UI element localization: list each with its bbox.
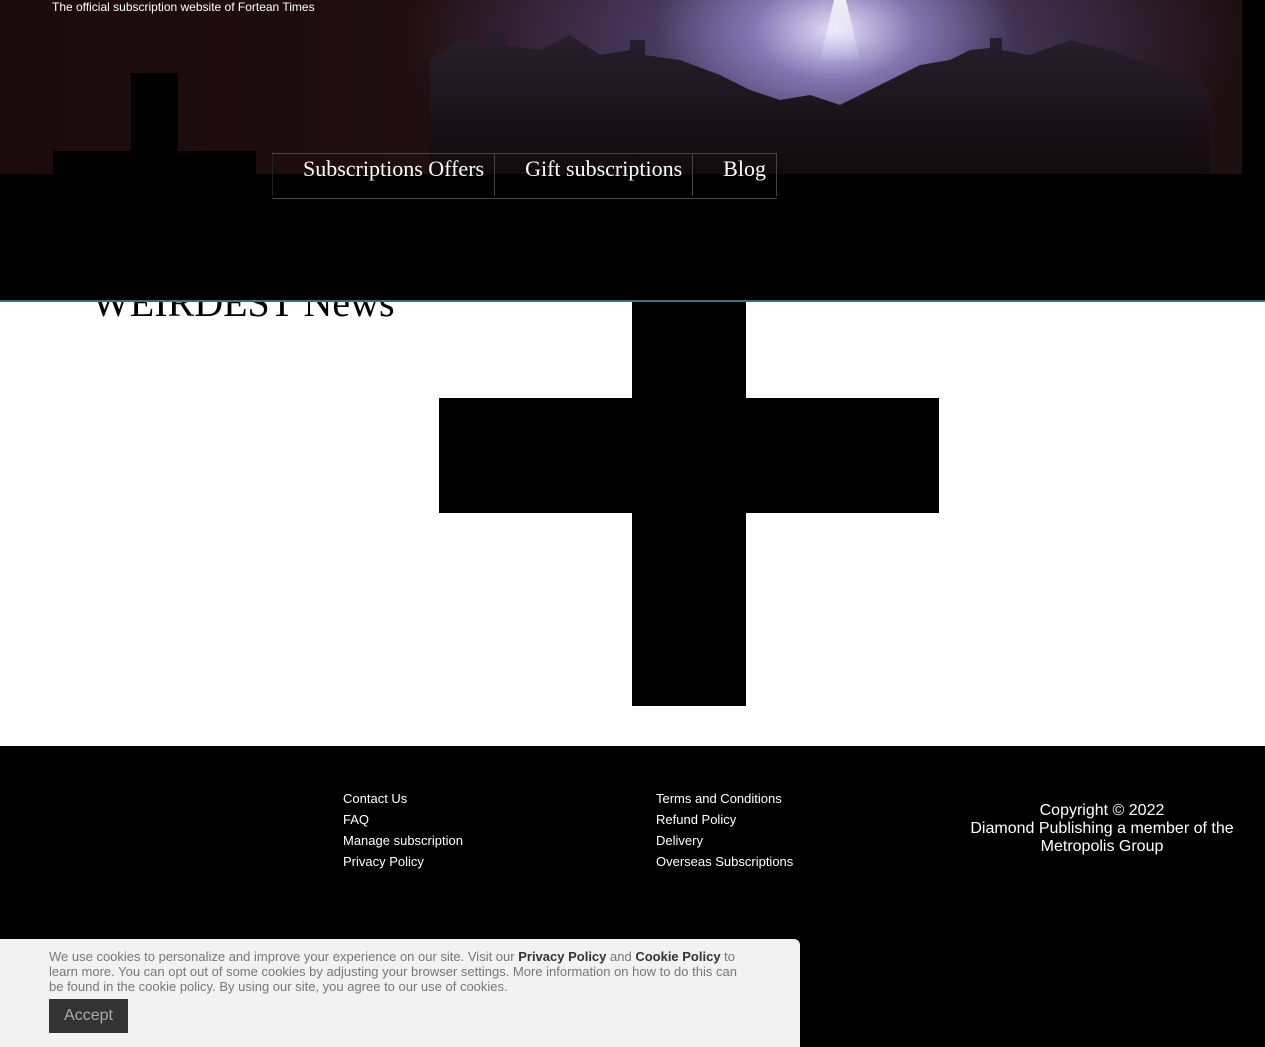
copyright-line-1: Copyright © 2022: [1039, 802, 1165, 819]
cookie-text-and: and: [606, 949, 636, 964]
header-banner-image: [0, 0, 1242, 174]
nav-subscriptions-offers[interactable]: Subscriptions Offers: [272, 154, 496, 196]
cookie-message: We use cookies to personalize and improv…: [49, 949, 749, 994]
site-header: The official subscription website of For…: [0, 0, 1265, 301]
footer-link-delivery[interactable]: Delivery: [656, 830, 793, 851]
cookie-policy-link[interactable]: Cookie Policy: [635, 949, 720, 964]
main-nav: Subscriptions Offers Gift subscriptions …: [272, 153, 777, 199]
page-heading: WEIRDEST News: [92, 280, 395, 325]
footer-link-faq[interactable]: FAQ: [343, 809, 463, 830]
site-tagline: The official subscription website of For…: [52, 0, 315, 14]
cookie-banner: We use cookies to personalize and improv…: [0, 939, 800, 1047]
nav-gift-subscriptions[interactable]: Gift subscriptions: [495, 154, 694, 196]
cookie-text-before: We use cookies to personalize and improv…: [49, 949, 519, 964]
copyright-line-2: Diamond Publishing a member of the Metro…: [970, 820, 1234, 855]
footer-link-contact-us[interactable]: Contact Us: [343, 788, 463, 809]
missing-image-placeholder-icon-bar: [53, 151, 256, 301]
cookie-privacy-policy-link[interactable]: Privacy Policy: [518, 949, 606, 964]
nav-blog[interactable]: Blog: [693, 154, 777, 196]
footer-links-col-1: Contact Us FAQ Manage subscription Priva…: [343, 788, 463, 872]
footer-link-refund-policy[interactable]: Refund Policy: [656, 809, 793, 830]
footer-link-manage-subscription[interactable]: Manage subscription: [343, 830, 463, 851]
footer-links-col-2: Terms and Conditions Refund Policy Deliv…: [656, 788, 793, 872]
accept-cookies-button[interactable]: Accept: [49, 999, 128, 1033]
large-missing-image-placeholder-icon-bar: [439, 398, 939, 513]
footer-link-terms[interactable]: Terms and Conditions: [656, 788, 793, 809]
copyright-text: Copyright © 2022 Diamond Publishing a me…: [960, 802, 1244, 856]
rooftops-silhouette-image: [430, 30, 1210, 174]
footer-link-privacy-policy[interactable]: Privacy Policy: [343, 851, 463, 872]
footer-link-overseas[interactable]: Overseas Subscriptions: [656, 851, 793, 872]
